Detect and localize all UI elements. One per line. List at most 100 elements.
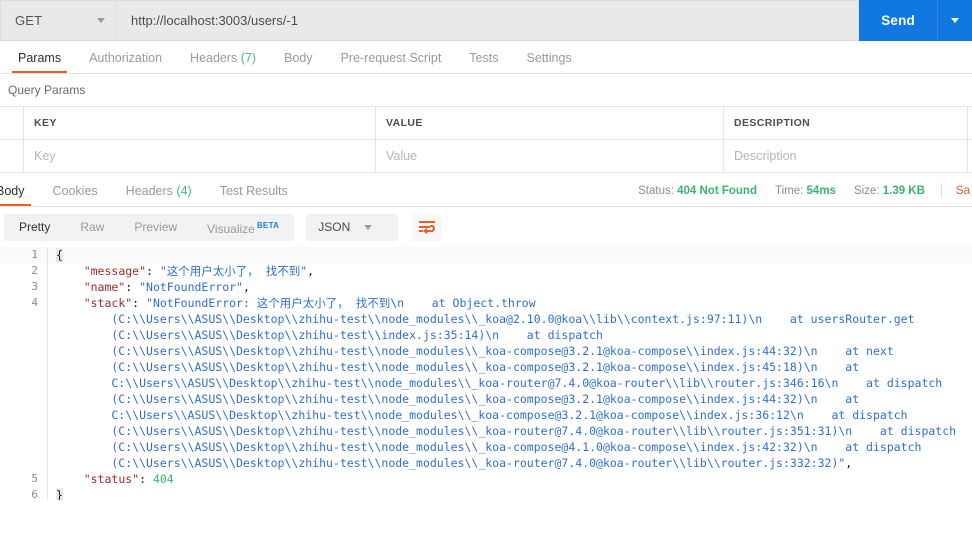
response-tab-headers[interactable]: Headers (4) [112,184,206,206]
send-options-button[interactable] [937,0,972,41]
code-token: "NotFoundError" [139,280,243,294]
tab-body[interactable]: Body [270,51,327,73]
code-token: : [139,472,153,486]
chevron-down-icon [951,18,959,23]
code-token: : [125,280,140,294]
wrap-text-button[interactable] [412,213,443,241]
tab-pre-request-script[interactable]: Pre-request Script [327,51,456,73]
tab-settings[interactable]: Settings [512,51,585,73]
response-tab-headers-count: (4) [176,184,192,198]
code-token: "stack" [83,296,133,310]
response-tab-test-results[interactable]: Test Results [206,184,302,206]
param-value-input[interactable]: Value [376,140,724,172]
url-input[interactable]: http://localhost:3003/users/-1 [116,0,860,41]
line-content: C:\\Users\\ASUS\\Desktop\\zhihu-test\\no… [38,407,908,423]
tab-params-label: Params [18,51,62,65]
code-line: (C:\\Users\\ASUS\\Desktop\\zhihu-test\\n… [0,359,972,375]
line-content: "message": "这个用户太小了， 找不到", [38,263,314,279]
column-header-value: VALUE [376,107,724,139]
format-tab-preview-label: Preview [134,219,178,234]
response-body-code[interactable]: 1 {2 "message": "这个用户太小了， 找不到", 3 "name": … [0,247,972,500]
tab-authorization-label: Authorization [89,51,163,65]
code-token: (C:\\Users\\ASUS\\Desktop\\zhihu-test\\n… [56,424,957,438]
tab-tests[interactable]: Tests [455,51,512,73]
line-number: 3 [31,280,38,293]
url-bar: GET http://localhost:3003/users/-1 Send [0,0,972,41]
row-checkbox-cell[interactable] [0,140,24,172]
time-value: 54ms [806,184,836,197]
format-tab-visualize[interactable]: Visualize BETA [192,212,294,243]
code-line: (C:\\Users\\ASUS\\Desktop\\zhihu-test\\n… [0,343,972,359]
table-header-row: KEY VALUE DESCRIPTION [0,107,972,140]
code-line: C:\\Users\\ASUS\\Desktop\\zhihu-test\\no… [0,407,972,423]
tab-body-label: Body [284,51,313,65]
chevron-down-icon [97,18,105,23]
tab-settings-label: Settings [526,51,572,65]
query-params-table: KEY VALUE DESCRIPTION Key Value Descript… [0,106,972,173]
code-line: (C:\\Users\\ASUS\\Desktop\\zhihu-test\\n… [0,439,972,455]
code-token: (C:\\Users\\ASUS\\Desktop\\zhihu-test\\n… [56,392,860,406]
response-meta: Status: 404 Not Found Time: 54ms Size: 1… [620,183,972,206]
status-meta: Status: 404 Not Found [638,185,757,197]
code-line: (C:\\Users\\ASUS\\Desktop\\zhihu-test\\n… [0,391,972,407]
response-tabs-bar: Body Cookies Headers (4) Test Results St… [0,173,972,207]
http-method-label: GET [15,13,43,28]
save-response-button[interactable]: Sa [956,185,970,197]
code-token: "status" [83,472,140,486]
response-tab-test-results-label: Test Results [219,184,288,198]
tab-authorization[interactable]: Authorization [75,51,176,73]
column-header-key: KEY [24,107,376,139]
line-content: (C:\\Users\\ASUS\\Desktop\\zhihu-test\\i… [38,327,603,343]
code-lines: 1 {2 "message": "这个用户太小了， 找不到", 3 "name": … [0,247,972,500]
size-value: 1.39 KB [882,184,925,197]
language-selector[interactable]: JSON [306,213,399,241]
param-description-placeholder: Description [734,149,797,163]
send-button[interactable]: Send [859,0,937,41]
size-label: Size: [853,184,880,197]
code-line: (C:\\Users\\ASUS\\Desktop\\zhihu-test\\n… [0,423,972,439]
code-token: , [307,264,315,278]
response-tab-cookies[interactable]: Cookies [39,184,112,206]
code-token: C:\\Users\\ASUS\\Desktop\\zhihu-test\\no… [56,408,908,422]
line-content: "stack": "NotFoundError: 这个用户太小了， 找不到\n … [38,295,536,311]
code-token: "这个用户太小了， 找不到" [159,264,308,278]
format-tab-preview[interactable]: Preview [119,214,192,241]
param-description-input[interactable]: Description [724,140,968,172]
code-line: 2 "message": "这个用户太小了， 找不到", [0,263,972,279]
language-label: JSON [318,220,351,234]
time-meta: Time: 54ms [775,185,836,197]
send-button-group: Send [859,0,972,41]
code-token: : [146,264,160,278]
response-tab-cookies-label: Cookies [52,184,98,198]
line-content: (C:\\Users\\ASUS\\Desktop\\zhihu-test\\n… [38,423,956,439]
param-key-input[interactable]: Key [24,140,376,172]
format-tab-visualize-label: Visualize [207,221,255,236]
tab-params[interactable]: Params [4,51,75,73]
line-content: (C:\\Users\\ASUS\\Desktop\\zhihu-test\\n… [38,455,852,471]
line-content: (C:\\Users\\ASUS\\Desktop\\zhihu-test\\n… [38,343,893,359]
line-number: 1 [31,248,38,261]
code-token: } [56,488,63,500]
format-tab-raw[interactable]: Raw [65,214,119,241]
response-tab-body[interactable]: Body [0,184,39,206]
tab-headers[interactable]: Headers (7) [176,51,270,73]
format-tab-pretty[interactable]: Pretty [4,214,65,241]
code-token: (C:\\Users\\ASUS\\Desktop\\zhihu-test\\i… [56,328,603,342]
param-key-placeholder: Key [34,149,56,163]
code-token: { [56,248,63,262]
time-label: Time: [775,184,804,197]
http-method-selector[interactable]: GET [0,0,116,41]
code-token: C:\\Users\\ASUS\\Desktop\\zhihu-test\\no… [56,376,943,390]
response-tab-body-label: Body [0,184,25,198]
line-content: C:\\Users\\ASUS\\Desktop\\zhihu-test\\no… [38,375,942,391]
line-content: "name": "NotFoundError", [38,279,250,295]
code-token: , [845,456,853,470]
size-meta: Size: 1.39 KB [854,185,925,197]
postman-request-response-view: GET http://localhost:3003/users/-1 Send … [0,0,972,538]
line-number: 4 [31,296,38,309]
select-all-checkbox-cell[interactable] [0,107,24,139]
